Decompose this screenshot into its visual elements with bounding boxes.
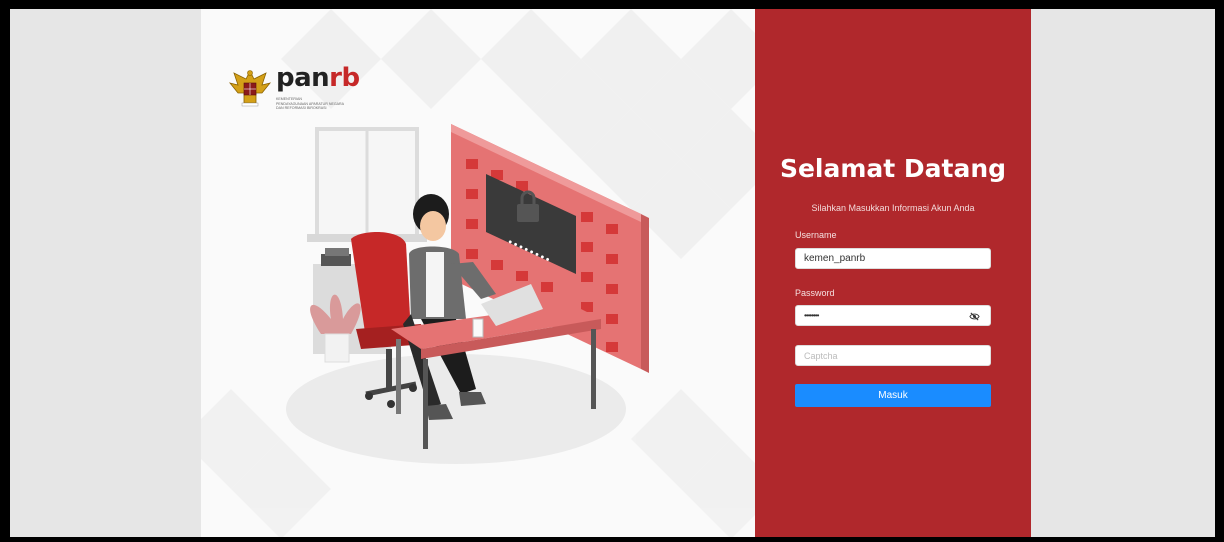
captcha-placeholder: Captcha (804, 350, 838, 361)
welcome-subtitle: Silahkan Masukkan Informasi Akun Anda (811, 203, 975, 213)
captcha-field[interactable]: Captcha (795, 345, 991, 366)
password-value: •••••••• (804, 311, 819, 320)
username-label: Username (795, 230, 837, 240)
password-field[interactable]: •••••••• (795, 305, 991, 326)
password-label: Password (795, 288, 835, 298)
panrb-logo: panrb KEMENTERIAN PENDAYAGUNAAN APARATUR… (228, 65, 360, 110)
login-button[interactable]: Masuk (795, 384, 991, 407)
page-frame: panrb KEMENTERIAN PENDAYAGUNAAN APARATUR… (10, 9, 1215, 537)
eye-off-icon[interactable] (969, 311, 980, 322)
brand-wordmark: panrb (276, 65, 360, 91)
garuda-emblem-icon (228, 70, 272, 107)
username-value: kemen_panrb (804, 253, 866, 264)
window (307, 127, 427, 242)
brand-name-red: rb (329, 63, 360, 93)
login-panel: Selamat Datang Silahkan Masukkan Informa… (755, 9, 1031, 537)
welcome-title: Selamat Datang (779, 154, 1007, 183)
username-field[interactable]: kemen_panrb (795, 248, 991, 269)
illustration-panel: panrb KEMENTERIAN PENDAYAGUNAAN APARATUR… (201, 9, 755, 537)
office-illustration: •••••••• (286, 124, 649, 464)
brand-name-dark: pan (276, 63, 330, 93)
